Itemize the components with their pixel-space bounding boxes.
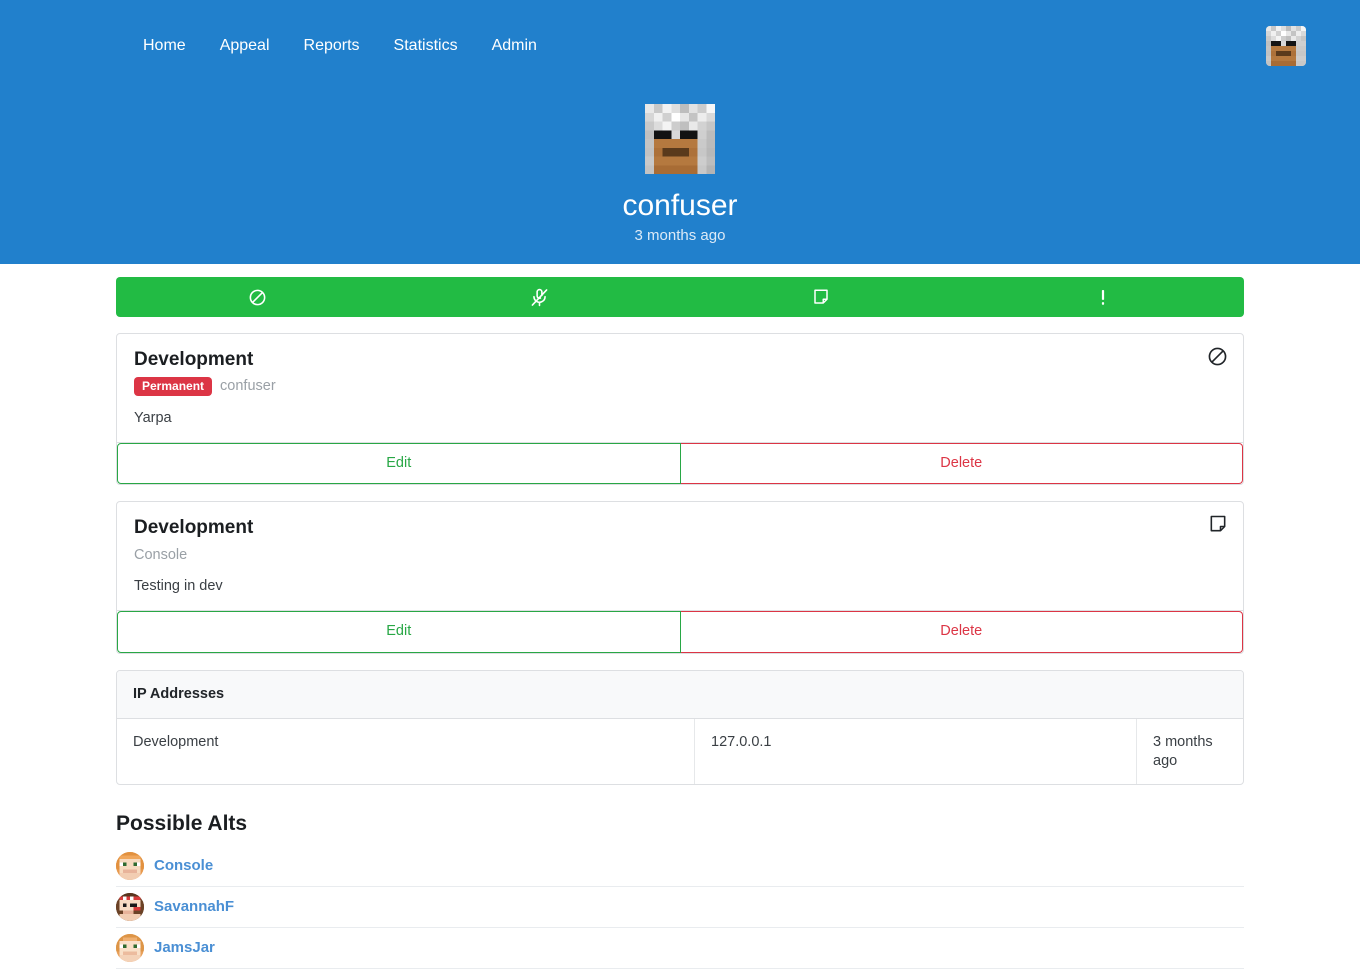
ban-action-button[interactable] — [116, 277, 398, 317]
alt-avatar-jamsjar — [116, 933, 144, 962]
punishment-reason: Yarpa — [134, 409, 172, 426]
alt-link[interactable]: SavannahF — [154, 898, 234, 916]
ip-row-server: Development — [117, 718, 695, 785]
nav-link-appeal[interactable]: Appeal — [203, 38, 287, 54]
delete-button[interactable]: Delete — [680, 442, 1243, 485]
warn-action-button[interactable] — [962, 277, 1244, 317]
punishment-card: Development Console Testing in dev Edit … — [116, 501, 1244, 654]
ban-icon — [1207, 346, 1228, 372]
punishment-card-actions: Edit Delete — [117, 441, 1243, 485]
nav-link-home[interactable]: Home — [126, 38, 203, 54]
player-head-avatar — [645, 104, 715, 174]
punishment-meta: Permanent confuser — [134, 377, 1226, 397]
list-item[interactable]: JamsJar — [116, 928, 1244, 969]
nav-links: Home Appeal Reports Statistics Admin — [126, 38, 554, 54]
list-item[interactable]: SavannahF — [116, 887, 1244, 928]
content-container: Development Permanent confuser Yarpa Edi… — [116, 277, 1244, 971]
site-header: Home Appeal Reports Statistics Admin con… — [0, 0, 1360, 264]
profile-last-seen: 3 months ago — [634, 227, 726, 244]
punishment-server: Development — [134, 349, 254, 370]
alt-link[interactable]: JamsJar — [154, 939, 215, 957]
profile-summary: confuser 3 months ago — [0, 104, 1360, 245]
edit-button[interactable]: Edit — [117, 442, 681, 485]
punishment-server: Development — [134, 517, 254, 539]
mute-action-button[interactable] — [398, 277, 680, 317]
ip-addresses-table: IP Addresses Development 127.0.0.1 3 mon… — [116, 669, 1244, 786]
punishment-card-actions: Edit Delete — [117, 610, 1243, 653]
punishment-action-bar — [116, 277, 1244, 317]
edit-button[interactable]: Edit — [117, 611, 681, 653]
punishment-reason: Testing in dev — [134, 578, 223, 595]
punishment-meta: Console — [134, 545, 1226, 565]
status-badge: Permanent — [134, 377, 213, 397]
delete-button[interactable]: Delete — [680, 611, 1243, 653]
punishment-author: Console — [134, 546, 188, 563]
page-title: confuser — [622, 189, 738, 222]
page-body: Development Permanent confuser Yarpa Edi… — [0, 277, 1360, 971]
alt-avatar-savannahf — [116, 892, 144, 921]
alt-link[interactable]: Console — [154, 857, 213, 875]
nav-link-reports[interactable]: Reports — [287, 38, 377, 54]
nav-link-statistics[interactable]: Statistics — [377, 38, 475, 54]
note-icon — [1208, 514, 1228, 539]
account-avatar[interactable] — [1266, 26, 1306, 66]
navbar: Home Appeal Reports Statistics Admin — [0, 0, 1360, 92]
nav-link-admin[interactable]: Admin — [475, 38, 554, 54]
ip-row-date: 3 months ago — [1153, 733, 1213, 769]
note-action-button[interactable] — [680, 277, 962, 317]
possible-alts-heading: Possible Alts — [116, 812, 248, 836]
punishment-author: confuser — [220, 378, 276, 395]
punishment-card-body: Development Permanent confuser Yarpa — [117, 334, 1243, 442]
ip-table-header: IP Addresses — [117, 670, 1243, 719]
ip-row-address: 127.0.0.1 — [695, 718, 1137, 785]
punishment-card: Development Permanent confuser Yarpa Edi… — [116, 333, 1244, 486]
possible-alts-list: Console SavannahF JamsJar — [116, 846, 1244, 971]
punishment-card-body: Development Console Testing in dev — [117, 502, 1243, 610]
list-item[interactable]: Console — [116, 846, 1244, 887]
table-row: Development 127.0.0.1 3 months ago — [117, 718, 1243, 785]
alt-avatar-console — [116, 851, 144, 880]
